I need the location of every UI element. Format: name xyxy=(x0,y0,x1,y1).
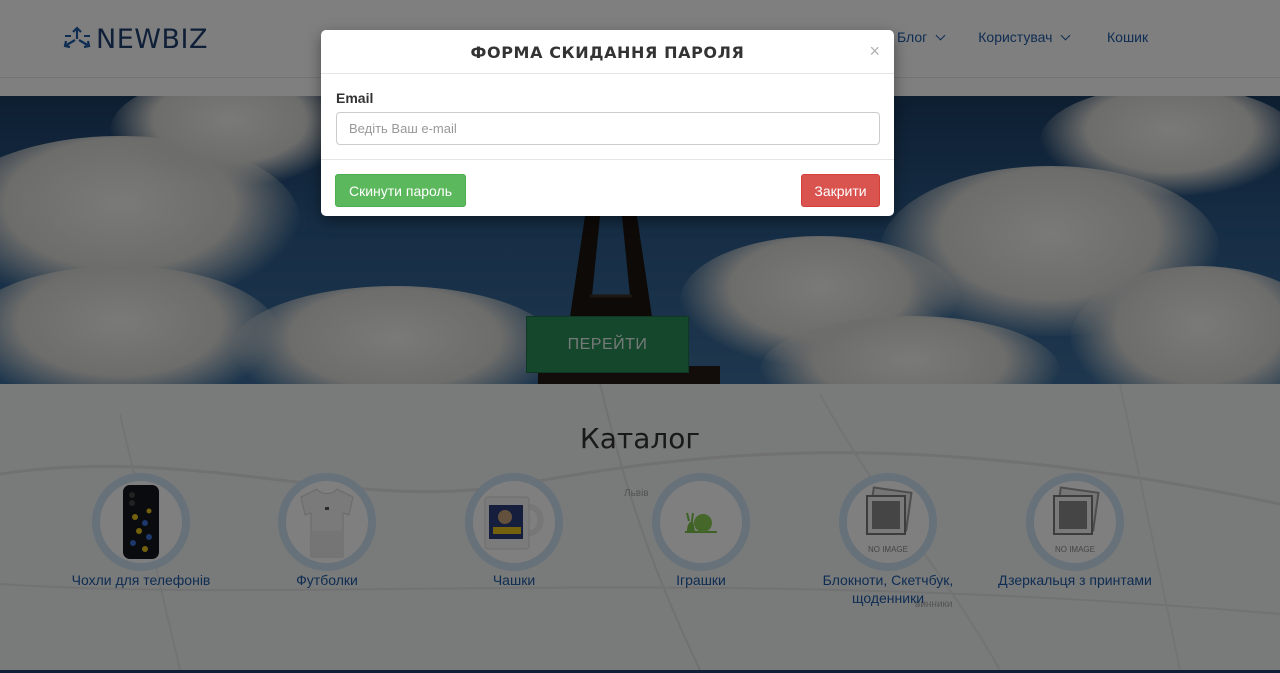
password-reset-modal: ФОРМА СКИДАННЯ ПАРОЛЯ × Email Скинути па… xyxy=(321,30,894,216)
email-label: Email xyxy=(336,90,374,106)
modal-footer: Скинути пароль Закрити xyxy=(321,160,894,216)
close-icon[interactable]: × xyxy=(869,42,880,60)
modal-body: Email xyxy=(321,74,894,160)
reset-password-button[interactable]: Скинути пароль xyxy=(335,174,466,207)
email-field[interactable] xyxy=(336,112,880,145)
modal-header: ФОРМА СКИДАННЯ ПАРОЛЯ × xyxy=(321,30,894,74)
close-modal-button[interactable]: Закрити xyxy=(801,174,880,207)
modal-title: ФОРМА СКИДАННЯ ПАРОЛЯ xyxy=(470,43,745,62)
